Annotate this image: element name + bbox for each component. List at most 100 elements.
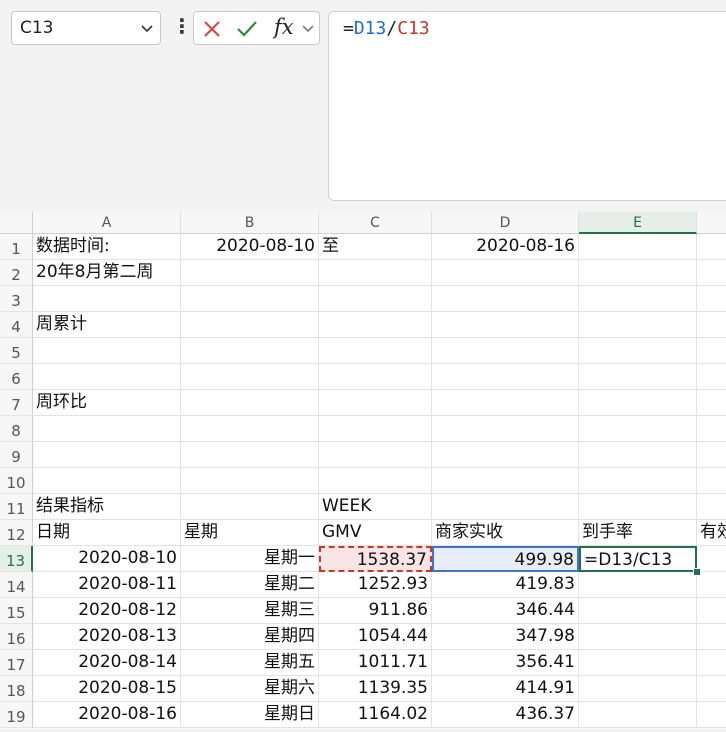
insert-function-button[interactable]: fx — [274, 15, 294, 39]
cell-f3[interactable] — [697, 286, 726, 312]
cell-e10[interactable] — [579, 468, 697, 494]
cell-a10[interactable] — [33, 468, 181, 494]
cell-c19[interactable]: 1164.02 — [319, 702, 432, 728]
cell-f9[interactable] — [697, 442, 726, 468]
row-header-11[interactable]: 11 — [0, 494, 33, 520]
cell-a19[interactable]: 2020-08-16 — [33, 702, 181, 728]
cell-c18[interactable]: 1139.35 — [319, 676, 432, 702]
cell-f12[interactable]: 有效 — [697, 520, 726, 546]
column-header-a[interactable]: A — [33, 212, 181, 234]
cell-e1[interactable] — [579, 234, 697, 260]
column-header-b[interactable]: B — [181, 212, 319, 234]
name-box[interactable]: C13 — [11, 11, 161, 45]
cell-e2[interactable] — [579, 260, 697, 286]
cell-e9[interactable] — [579, 442, 697, 468]
cell-e19[interactable] — [579, 702, 697, 728]
cell-d12[interactable]: 商家实收 — [432, 520, 579, 546]
cell-d11[interactable] — [432, 494, 579, 520]
cell-d3[interactable] — [432, 286, 579, 312]
cell-e15[interactable] — [579, 598, 697, 624]
cell-f4[interactable] — [697, 312, 726, 338]
cell-c12[interactable]: GMV — [319, 520, 432, 546]
cell-e13[interactable]: =D13/C13 — [579, 546, 697, 572]
cell-e5[interactable] — [579, 338, 697, 364]
cell-a1[interactable]: 数据时间: — [33, 234, 181, 260]
check-icon[interactable] — [236, 20, 258, 38]
cell-b7[interactable] — [181, 390, 319, 416]
cell-a6[interactable] — [33, 364, 181, 390]
cell-b9[interactable] — [181, 442, 319, 468]
row-header-5[interactable]: 5 — [0, 338, 33, 364]
cell-b16[interactable]: 星期四 — [181, 624, 319, 650]
cell-c11[interactable]: WEEK — [319, 494, 432, 520]
row-header-16[interactable]: 16 — [0, 624, 33, 650]
cell-c17[interactable]: 1011.71 — [319, 650, 432, 676]
cell-f18[interactable] — [697, 676, 726, 702]
cell-a12[interactable]: 日期 — [33, 520, 181, 546]
cell-b4[interactable] — [181, 312, 319, 338]
chevron-down-icon[interactable] — [140, 21, 154, 35]
row-header-7[interactable]: 7 — [0, 390, 33, 416]
cell-b1[interactable]: 2020-08-10 — [181, 234, 319, 260]
cell-c16[interactable]: 1054.44 — [319, 624, 432, 650]
cell-f11[interactable] — [697, 494, 726, 520]
cell-d5[interactable] — [432, 338, 579, 364]
cell-a9[interactable] — [33, 442, 181, 468]
row-header-18[interactable]: 18 — [0, 676, 33, 702]
cell-d15[interactable]: 346.44 — [432, 598, 579, 624]
column-header-d[interactable]: D — [432, 212, 579, 234]
cell-e16[interactable] — [579, 624, 697, 650]
fill-handle[interactable] — [693, 568, 701, 576]
cell-f13[interactable] — [697, 546, 726, 572]
cell-a17[interactable]: 2020-08-14 — [33, 650, 181, 676]
cell-e11[interactable] — [579, 494, 697, 520]
cell-f10[interactable] — [697, 468, 726, 494]
cell-d19[interactable]: 436.37 — [432, 702, 579, 728]
cell-b19[interactable]: 星期日 — [181, 702, 319, 728]
cell-d9[interactable] — [432, 442, 579, 468]
cell-d6[interactable] — [432, 364, 579, 390]
select-all-corner[interactable] — [0, 212, 33, 234]
cell-c3[interactable] — [319, 286, 432, 312]
row-header-4[interactable]: 4 — [0, 312, 33, 338]
cell-c15[interactable]: 911.86 — [319, 598, 432, 624]
cell-f1[interactable] — [697, 234, 726, 260]
cell-d1[interactable]: 2020-08-16 — [432, 234, 579, 260]
row-header-19[interactable]: 19 — [0, 702, 33, 728]
cell-b5[interactable] — [181, 338, 319, 364]
cell-e7[interactable] — [579, 390, 697, 416]
chevron-down-icon[interactable] — [302, 24, 314, 34]
cell-f8[interactable] — [697, 416, 726, 442]
formula-input[interactable]: =D13/C13 — [328, 11, 726, 201]
cell-b2[interactable] — [181, 260, 319, 286]
cell-e8[interactable] — [579, 416, 697, 442]
cell-c7[interactable] — [319, 390, 432, 416]
cell-d14[interactable]: 419.83 — [432, 572, 579, 598]
cell-a18[interactable]: 2020-08-15 — [33, 676, 181, 702]
row-header-12[interactable]: 12 — [0, 520, 33, 546]
row-header-3[interactable]: 3 — [0, 286, 33, 312]
cell-e17[interactable] — [579, 650, 697, 676]
cell-f5[interactable] — [697, 338, 726, 364]
cell-b11[interactable] — [181, 494, 319, 520]
row-header-6[interactable]: 6 — [0, 364, 33, 390]
cell-f6[interactable] — [697, 364, 726, 390]
column-header-c[interactable]: C — [319, 212, 432, 234]
cell-b13[interactable]: 星期一 — [181, 546, 319, 572]
cell-a7[interactable]: 周环比 — [33, 390, 181, 416]
cell-a3[interactable] — [33, 286, 181, 312]
cell-f7[interactable] — [697, 390, 726, 416]
row-header-9[interactable]: 9 — [0, 442, 33, 468]
cell-f14[interactable] — [697, 572, 726, 598]
cell-a14[interactable]: 2020-08-11 — [33, 572, 181, 598]
cell-b6[interactable] — [181, 364, 319, 390]
row-header-2[interactable]: 2 — [0, 260, 33, 286]
cell-c5[interactable] — [319, 338, 432, 364]
cell-b17[interactable]: 星期五 — [181, 650, 319, 676]
cell-f2[interactable] — [697, 260, 726, 286]
cell-e14[interactable] — [579, 572, 697, 598]
cell-e18[interactable] — [579, 676, 697, 702]
cell-c1[interactable]: 至 — [319, 234, 432, 260]
row-header-15[interactable]: 15 — [0, 598, 33, 624]
cell-c14[interactable]: 1252.93 — [319, 572, 432, 598]
